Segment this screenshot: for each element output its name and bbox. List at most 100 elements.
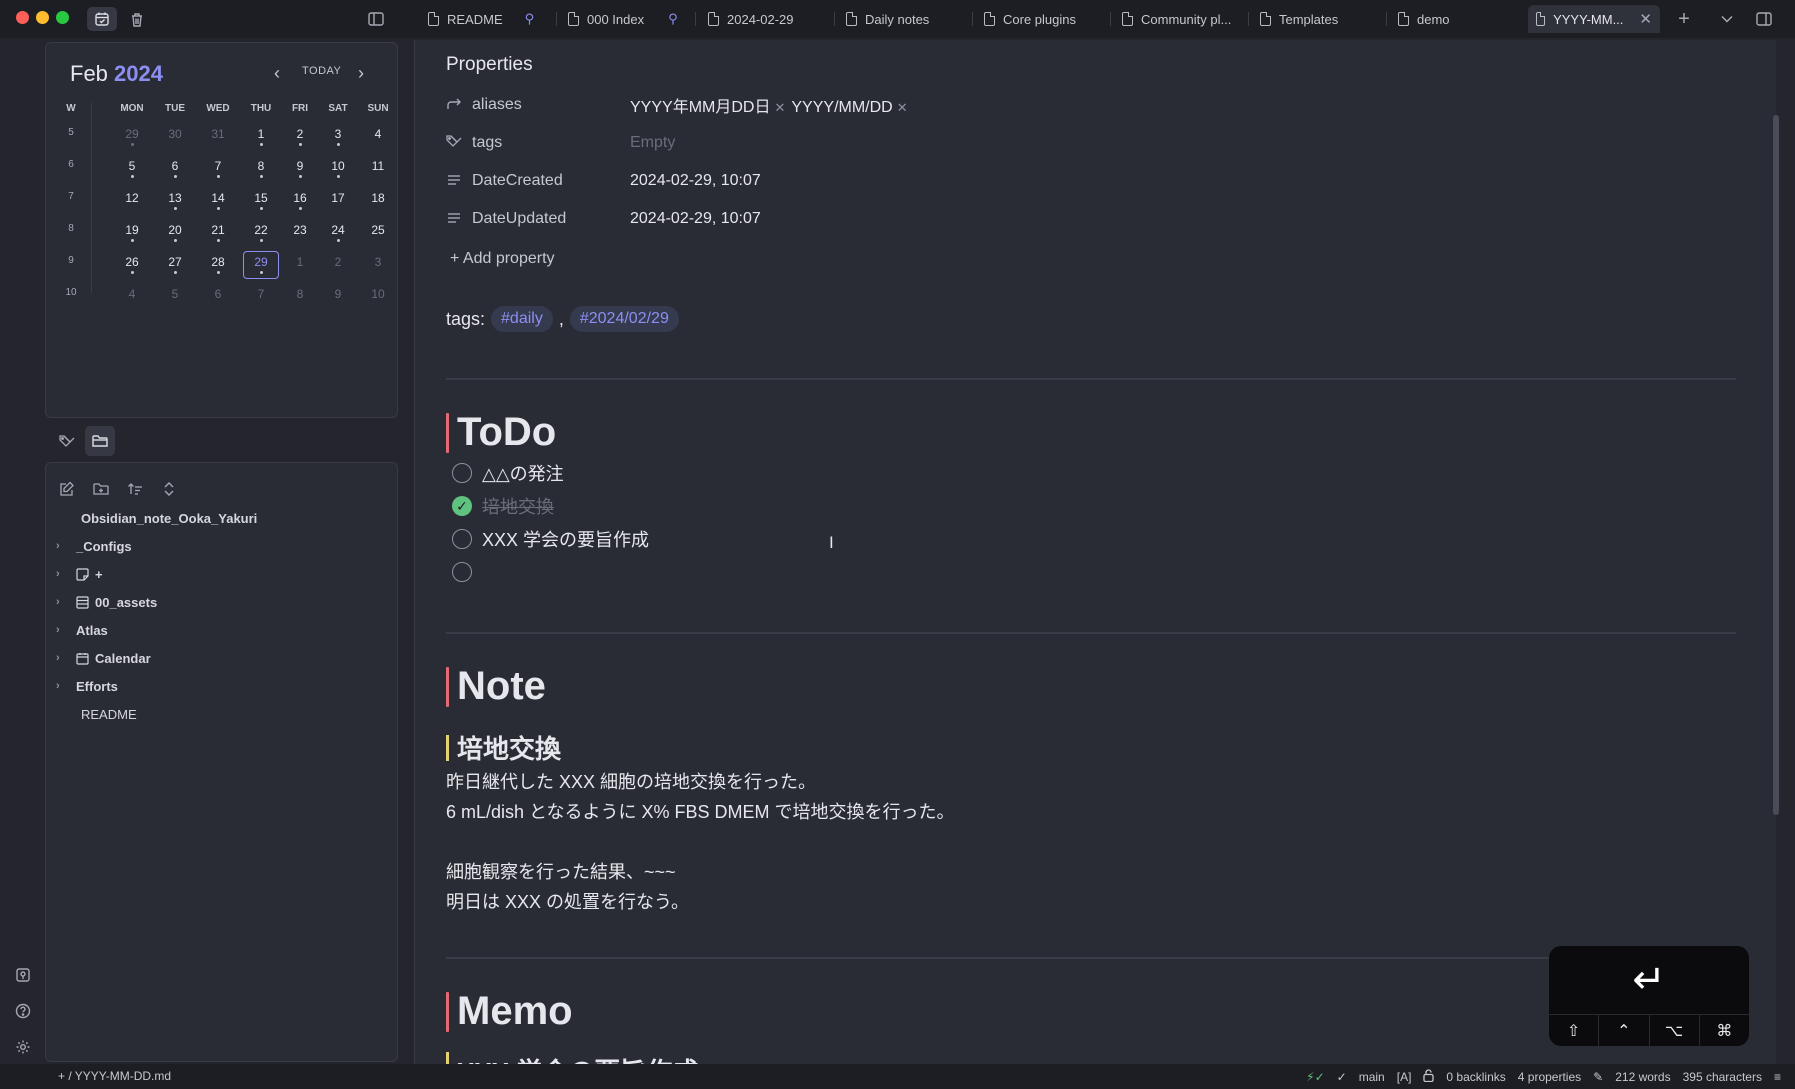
vault-switcher-icon[interactable] <box>12 964 34 986</box>
folder-item[interactable]: › + <box>56 562 103 586</box>
checkbox-checked-icon[interactable]: ✓ <box>452 496 472 516</box>
input-mode[interactable]: [A] <box>1397 1070 1412 1084</box>
calendar-day[interactable]: 16 <box>282 191 318 219</box>
calendar-day[interactable]: 1 <box>282 255 318 283</box>
sort-order-icon[interactable] <box>122 477 148 501</box>
collapse-expand-icon[interactable] <box>156 477 182 501</box>
calendar-day[interactable]: 26 <box>114 255 150 283</box>
zoom-window-button[interactable] <box>56 11 69 24</box>
calendar-day[interactable]: 24 <box>320 223 356 251</box>
tab-daily-notes[interactable]: Daily notes <box>838 5 937 33</box>
calendar-week-number[interactable]: 5 <box>60 127 82 155</box>
command-key[interactable]: ⌘ <box>1700 1015 1749 1046</box>
left-sidebar-toggle-icon[interactable] <box>361 7 391 31</box>
alias-chip[interactable]: YYYY年MM月DD日 <box>630 99 770 116</box>
calendar-day[interactable]: 28 <box>200 255 236 283</box>
calendar-day[interactable]: 30 <box>157 127 193 155</box>
calendar-day[interactable]: 10 <box>360 287 396 315</box>
minimize-window-button[interactable] <box>36 11 49 24</box>
todo-item[interactable]: △△の発注 <box>452 460 564 486</box>
calendar-day[interactable]: 29 <box>114 127 150 155</box>
property-value-aliases[interactable]: YYYY年MM月DD日 ✕ YYYY/MM/DD ✕ <box>630 93 914 117</box>
property-row-aliases[interactable]: aliases YYYY年MM月DD日 ✕ YYYY/MM/DD ✕ <box>446 90 914 120</box>
previous-month-chevron-icon[interactable]: ‹ <box>274 63 280 84</box>
calendar-day[interactable]: 21 <box>200 223 236 251</box>
calendar-day[interactable]: 5 <box>114 159 150 187</box>
tab-2024-02-29[interactable]: 2024-02-29 <box>700 5 802 33</box>
enter-key[interactable]: ↵ <box>1549 946 1749 1014</box>
calendar-day[interactable]: 8 <box>282 287 318 315</box>
database-icon[interactable]: ≡ <box>1774 1070 1781 1084</box>
calendar-week-number[interactable]: 9 <box>60 255 82 283</box>
calendar-day[interactable]: 9 <box>320 287 356 315</box>
calendar-day[interactable]: 2 <box>282 127 318 155</box>
calendar-day[interactable]: 19 <box>114 223 150 251</box>
right-sidebar-toggle-icon[interactable] <box>1749 7 1779 31</box>
chevron-right-icon[interactable]: › <box>56 680 70 692</box>
tags-view-icon[interactable] <box>52 426 82 456</box>
property-value-datecreated[interactable]: 2024-02-29, 10:07 <box>630 172 761 190</box>
new-note-icon[interactable] <box>54 477 80 501</box>
vault-name[interactable]: Obsidian_note_Ooka_Yakuri <box>81 506 257 530</box>
todo-item[interactable] <box>452 559 482 585</box>
folder-item[interactable]: › Efforts <box>56 674 118 698</box>
next-month-chevron-icon[interactable]: › <box>358 63 364 84</box>
new-tab-plus-icon[interactable]: + <box>1669 7 1699 31</box>
calendar-day[interactable]: 18 <box>360 191 396 219</box>
calendar-day[interactable]: 22 <box>243 223 279 251</box>
close-tab-icon[interactable]: ✕ <box>1639 10 1652 28</box>
property-row-datecreated[interactable]: DateCreated 2024-02-29, 10:07 <box>446 166 761 196</box>
settings-gear-icon[interactable] <box>12 1036 34 1058</box>
remove-alias-icon[interactable]: ✕ <box>897 100 908 115</box>
calendar-day[interactable]: 13 <box>157 191 193 219</box>
calendar-day[interactable]: 7 <box>200 159 236 187</box>
calendar-day[interactable]: 11 <box>360 159 396 187</box>
calendar-view-icon[interactable] <box>87 7 117 31</box>
todo-item[interactable]: ✓ 培地交換 <box>452 493 554 519</box>
files-view-folder-icon[interactable] <box>85 426 115 456</box>
calendar-day[interactable]: 4 <box>360 127 396 155</box>
file-path[interactable]: + / YYYY-MM-DD.md <box>58 1069 171 1083</box>
calendar-day[interactable]: 6 <box>157 159 193 187</box>
chevron-right-icon[interactable]: › <box>56 596 70 608</box>
property-row-dateupdated[interactable]: DateUpdated 2024-02-29, 10:07 <box>446 204 761 234</box>
checkbox[interactable] <box>452 562 472 582</box>
chevron-right-icon[interactable]: › <box>56 540 70 552</box>
calendar-day[interactable]: 23 <box>282 223 318 251</box>
property-value-dateupdated[interactable]: 2024-02-29, 10:07 <box>630 210 761 228</box>
calendar-day[interactable]: 7 <box>243 287 279 315</box>
calendar-day[interactable]: 31 <box>200 127 236 155</box>
tag-daily[interactable]: #daily <box>491 306 553 332</box>
tab-000-index[interactable]: 000 Index ⚲ <box>560 5 686 33</box>
tab-templates[interactable]: Templates <box>1252 5 1346 33</box>
pencil-icon[interactable]: ✎ <box>1593 1070 1603 1084</box>
alias-chip[interactable]: YYYY/MM/DD <box>791 99 892 116</box>
calendar-day[interactable]: 14 <box>200 191 236 219</box>
calendar-day[interactable]: 9 <box>282 159 318 187</box>
tab-demo[interactable]: demo <box>1390 5 1458 33</box>
calendar-week-number[interactable]: 10 <box>60 287 82 315</box>
close-window-button[interactable] <box>16 11 29 24</box>
calendar-day[interactable]: 8 <box>243 159 279 187</box>
pin-icon[interactable]: ⚲ <box>525 11 535 27</box>
sync-plugin-icon[interactable]: ⚡✓ <box>1306 1070 1324 1084</box>
new-folder-icon[interactable] <box>88 477 114 501</box>
remove-alias-icon[interactable]: ✕ <box>774 100 785 115</box>
calendar-day[interactable]: 27 <box>157 255 193 283</box>
calendar-day[interactable]: 4 <box>114 287 150 315</box>
tab-yyyy-mm-dd[interactable]: YYYY-MM... ✕ <box>1528 5 1660 33</box>
calendar-day[interactable]: 2 <box>320 255 356 283</box>
calendar-week-number[interactable]: 8 <box>60 223 82 251</box>
calendar-week-number[interactable]: 7 <box>60 191 82 219</box>
calendar-day[interactable]: 6 <box>200 287 236 315</box>
property-row-tags[interactable]: tags Empty <box>446 128 675 158</box>
lock-icon[interactable] <box>1423 1069 1435 1085</box>
calendar-day[interactable]: 3 <box>320 127 356 155</box>
file-item[interactable]: README <box>81 702 137 726</box>
calendar-day[interactable]: 25 <box>360 223 396 251</box>
check-icon[interactable]: ✓ <box>1337 1070 1347 1084</box>
backlinks-count[interactable]: 0 backlinks <box>1446 1070 1505 1084</box>
git-branch[interactable]: main <box>1359 1070 1385 1084</box>
control-key[interactable]: ⌃ <box>1599 1015 1650 1046</box>
chevron-right-icon[interactable]: › <box>56 652 70 664</box>
